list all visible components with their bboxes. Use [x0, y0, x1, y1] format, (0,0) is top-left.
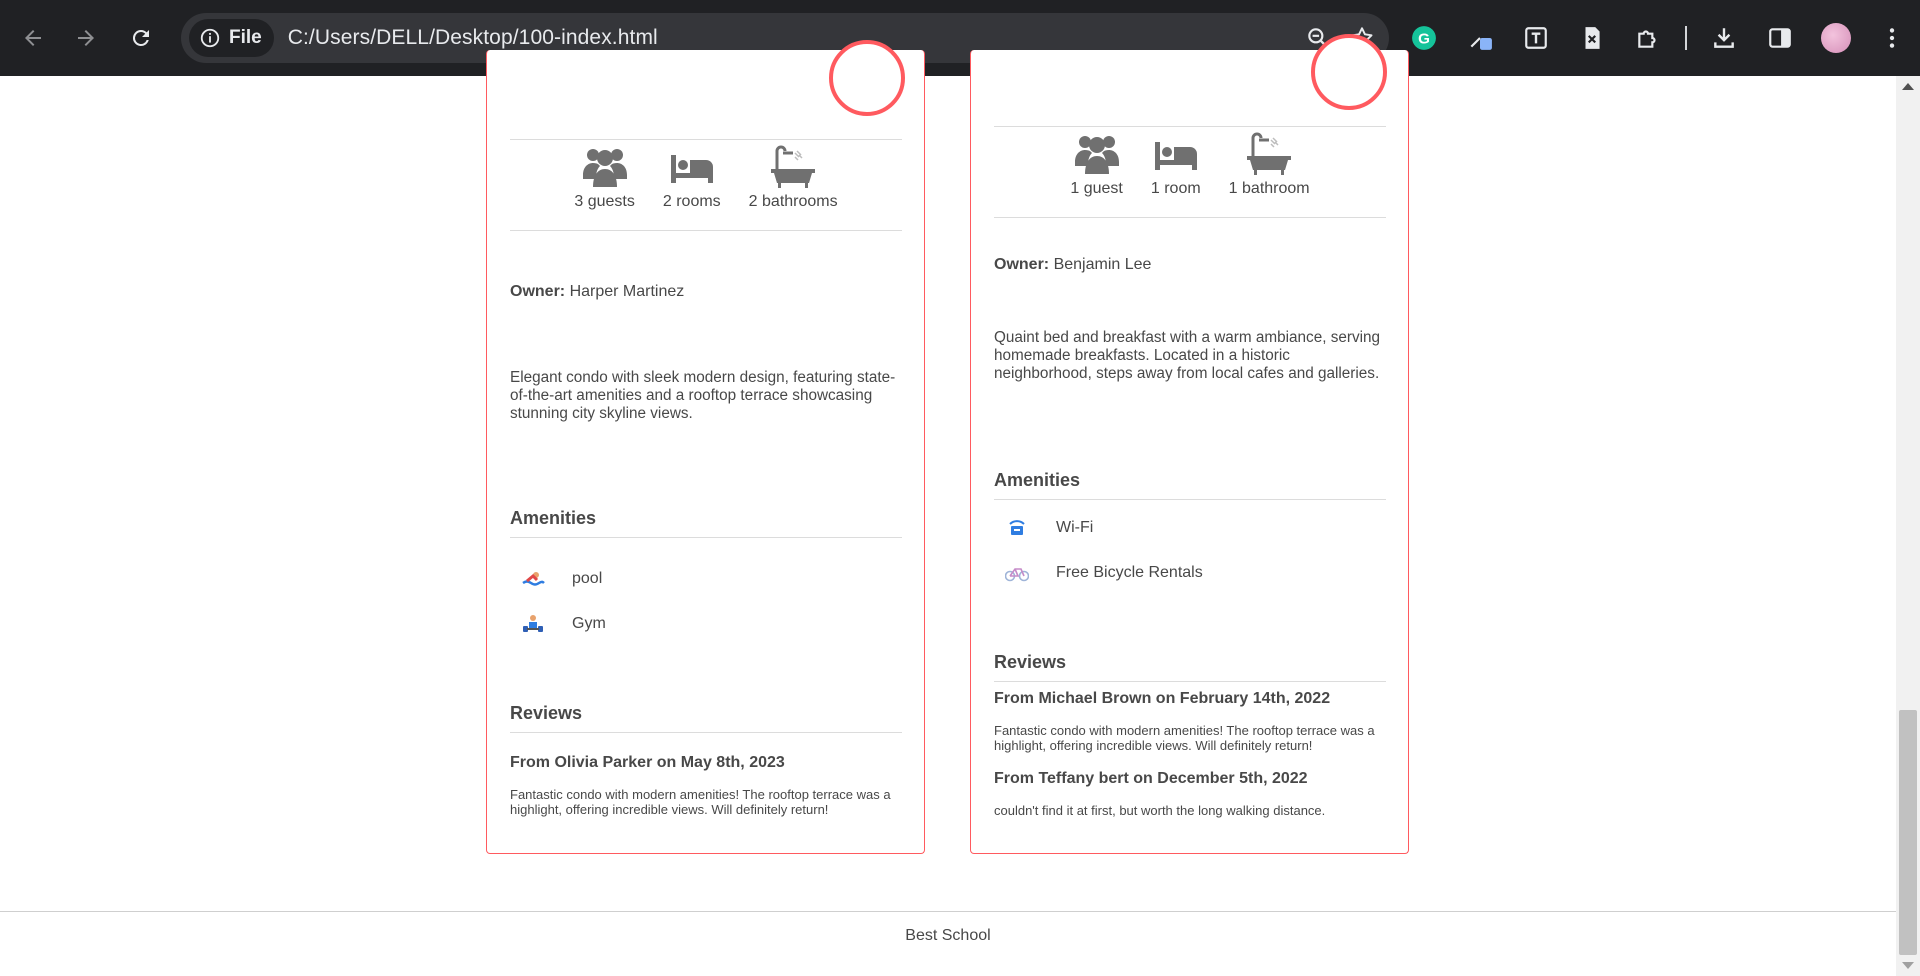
- side-panel-button[interactable]: [1761, 19, 1799, 57]
- rooms-info: 2 rooms: [649, 140, 735, 230]
- bathrooms-count: 2 bathrooms: [748, 193, 838, 210]
- place-description: Quaint bed and breakfast with a warm amb…: [994, 329, 1381, 382]
- download-icon: [1714, 28, 1734, 48]
- text-format-icon: [1525, 27, 1547, 49]
- scroll-down-arrow-icon[interactable]: [1902, 962, 1914, 969]
- pool-icon: [518, 568, 548, 590]
- amenities-title: Amenities: [994, 470, 1386, 500]
- guests-count: 3 guests: [574, 193, 635, 210]
- guests-info: 1 guest: [1056, 127, 1136, 217]
- guests-icon: [582, 149, 627, 187]
- guests-info: 3 guests: [560, 140, 648, 230]
- bathrooms-info: 2 bathrooms: [735, 140, 852, 230]
- puzzle-icon: [1638, 30, 1656, 48]
- review-header: From Olivia Parker on May 8th, 2023: [510, 754, 785, 771]
- info-icon: [200, 28, 220, 48]
- owner: Owner: Benjamin Lee: [994, 256, 1151, 274]
- downloads-button[interactable]: [1705, 19, 1743, 57]
- rooms-count: 1 room: [1150, 180, 1201, 197]
- file-x-icon: [1585, 27, 1600, 49]
- site-chip-label: File: [229, 27, 262, 48]
- place-info: 1 guest 1 room 1 bathroom: [994, 126, 1386, 218]
- review-header: From Michael Brown on February 14th, 202…: [994, 690, 1331, 707]
- more-vertical-icon: [1889, 28, 1895, 48]
- bed-icon: [1154, 142, 1197, 170]
- browser-toolbar: File C:/Users/DELL/Desktop/100-index.htm…: [0, 0, 1920, 76]
- text-extension[interactable]: [1517, 19, 1555, 57]
- amenity-name: pool: [572, 570, 603, 587]
- amenity-item: Free Bicycle Rentals: [994, 562, 1203, 584]
- rooms-count: 2 rooms: [662, 193, 721, 210]
- rooms-info: 1 room: [1137, 127, 1215, 217]
- arrow-right-icon: [78, 30, 94, 46]
- side-panel-icon: [1769, 28, 1791, 48]
- back-button[interactable]: [13, 18, 53, 58]
- reviews-title: Reviews: [994, 652, 1386, 682]
- svg-text:G: G: [1418, 30, 1430, 47]
- bluetooth-file-extension[interactable]: [1573, 19, 1611, 57]
- bathrooms-count: 1 bathroom: [1228, 180, 1310, 197]
- browser-menu-button[interactable]: [1873, 19, 1911, 57]
- gym-icon: [518, 613, 548, 635]
- price-badge: [829, 40, 905, 116]
- wifi-icon: [1002, 517, 1032, 539]
- color-picker-extension[interactable]: [1461, 19, 1499, 57]
- grammarly-icon: G: [1412, 26, 1436, 50]
- place-info: 3 guests 2 rooms 2 bathrooms: [510, 139, 902, 231]
- reload-icon: [132, 29, 149, 46]
- footer-text: Best School: [905, 927, 991, 944]
- scrollbar-thumb[interactable]: [1899, 710, 1917, 955]
- avatar: [1821, 23, 1851, 53]
- site-info-chip[interactable]: File: [189, 19, 274, 57]
- scroll-up-arrow-icon[interactable]: [1902, 83, 1914, 90]
- profile-button[interactable]: [1817, 19, 1855, 57]
- bathrooms-info: 1 bathroom: [1215, 127, 1324, 217]
- page-footer: Best School: [0, 911, 1896, 976]
- toolbar-divider: [1685, 26, 1687, 50]
- owner-name: Harper Martinez: [569, 283, 685, 300]
- amenity-item: pool: [510, 568, 602, 590]
- amenities-title: Amenities: [510, 508, 902, 538]
- guests-count: 1 guest: [1070, 180, 1123, 197]
- review-text: couldn't find it at first, but worth the…: [994, 803, 1326, 818]
- amenity-name: Gym: [572, 615, 606, 632]
- amenity-name: Free Bicycle Rentals: [1056, 564, 1203, 581]
- place-card: 3 guests 2 rooms 2 bathrooms Owner: Harp…: [486, 40, 925, 854]
- amenity-item: Wi-Fi: [994, 517, 1093, 539]
- owner-name: Benjamin Lee: [1053, 256, 1152, 273]
- extensions-menu-button[interactable]: [1629, 19, 1667, 57]
- guests-icon: [1074, 136, 1119, 174]
- amenity-item: Gym: [510, 613, 606, 635]
- review-text: Fantastic condo with modern amenities! T…: [994, 723, 1375, 753]
- owner: Owner: Harper Martinez: [510, 283, 684, 301]
- bathtub-icon: [771, 145, 816, 188]
- bed-icon: [670, 155, 713, 183]
- price-badge: [1311, 34, 1387, 110]
- grammarly-extension[interactable]: G: [1405, 19, 1443, 57]
- bathtub-icon: [1247, 132, 1292, 175]
- review-header: From Teffany bert on December 5th, 2022: [994, 770, 1308, 787]
- owner-label: Owner:: [994, 256, 1050, 273]
- extensions-area: G: [1405, 13, 1911, 63]
- place-description: Elegant condo with sleek modern design, …: [510, 369, 896, 422]
- owner-label: Owner:: [510, 283, 566, 300]
- url-text[interactable]: C:/Users/DELL/Desktop/100-index.html: [288, 26, 658, 50]
- forward-button[interactable]: [66, 18, 106, 58]
- reload-button[interactable]: [121, 18, 161, 58]
- bicycle-icon: [1002, 562, 1032, 584]
- review-text: Fantastic condo with modern amenities! T…: [510, 787, 891, 817]
- eyedropper-icon: [1470, 37, 1492, 50]
- reviews-title: Reviews: [510, 703, 902, 733]
- arrow-left-icon: [25, 30, 41, 46]
- amenity-name: Wi-Fi: [1056, 519, 1094, 536]
- place-card: 1 guest 1 room 1 bathroom Owner: Benjami…: [970, 34, 1409, 854]
